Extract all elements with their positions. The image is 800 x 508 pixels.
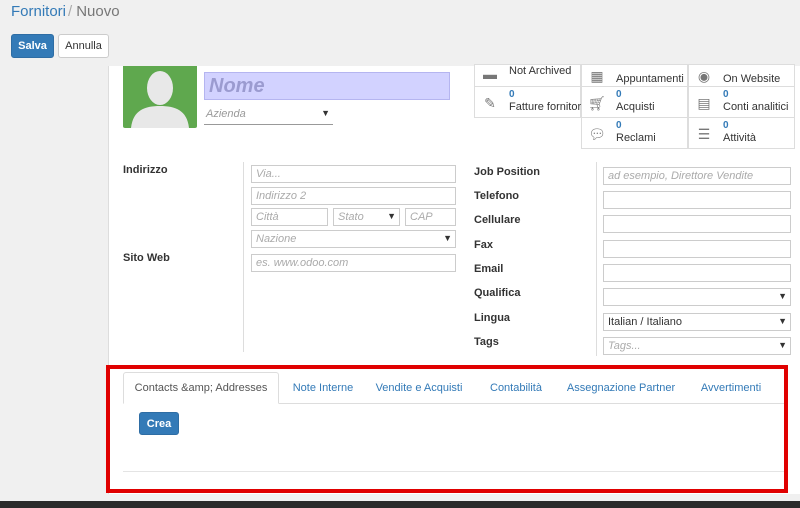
- stat-label: Acquisti: [616, 101, 655, 113]
- stat-button-claims[interactable]: 💬︎ 0 Reclami: [581, 117, 688, 149]
- stat-button-activities[interactable]: ☰ 0 Attività: [688, 117, 795, 149]
- state-placeholder: Stato: [338, 211, 364, 223]
- fax-input[interactable]: [603, 240, 791, 258]
- create-button[interactable]: Crea: [139, 412, 179, 435]
- caret-down-icon: ▼: [778, 340, 787, 350]
- avatar-image[interactable]: [123, 66, 197, 128]
- comments-icon: 💬︎: [588, 125, 606, 142]
- column-divider: [243, 162, 244, 352]
- stat-label: On Website: [723, 73, 781, 85]
- form-sheet: Nome Azienda ▼ ▬ Not Archived ▦ Appuntam…: [108, 64, 800, 494]
- stat-number: 0: [723, 120, 729, 131]
- job-position-label: Job Position: [474, 166, 540, 178]
- tags-label: Tags: [474, 336, 499, 348]
- taskbar: [0, 501, 800, 508]
- company-placeholder: Azienda: [206, 108, 246, 120]
- caret-down-icon: ▼: [778, 316, 787, 326]
- breadcrumb-current: Nuovo: [76, 3, 120, 20]
- tags-placeholder: Tags...: [608, 340, 641, 352]
- stat-label: Conti analitici: [723, 101, 789, 113]
- pencil-square-icon: ✎: [484, 94, 496, 111]
- job-position-input[interactable]: ad esempio, Direttore Vendite: [603, 167, 791, 185]
- stat-number: 0: [723, 89, 729, 100]
- stat-label: Appuntamenti: [616, 73, 684, 85]
- notebook-bottom-divider: [123, 471, 787, 472]
- fax-label: Fax: [474, 239, 493, 251]
- website-label: Sito Web: [123, 252, 170, 264]
- tasks-icon: ☰: [697, 125, 711, 142]
- language-value: Italian / Italiano: [608, 316, 682, 328]
- stat-label: Reclami: [616, 132, 656, 144]
- title-select[interactable]: ▼: [603, 288, 791, 306]
- tab-sales-purchases[interactable]: Vendite e Acquisti: [369, 372, 469, 404]
- address-label: Indirizzo: [123, 164, 168, 176]
- phone-input[interactable]: [603, 191, 791, 209]
- zip-input[interactable]: CAP: [405, 208, 456, 226]
- name-input[interactable]: Nome: [204, 72, 450, 100]
- tab-internal-notes[interactable]: Note Interne: [283, 372, 363, 404]
- caret-down-icon: ▼: [321, 108, 330, 118]
- control-panel: Fornitori / Nuovo Salva Annulla: [0, 0, 800, 66]
- book-icon: ▤: [697, 94, 711, 111]
- tab-partner-assignation[interactable]: Assegnazione Partner: [563, 372, 679, 404]
- discard-button[interactable]: Annulla: [58, 34, 109, 58]
- stat-button-vendor-bills[interactable]: ✎ 0 Fatture fornitori: [474, 86, 584, 118]
- globe-icon: ◉: [697, 67, 711, 84]
- email-label: Email: [474, 263, 504, 275]
- shopping-cart-icon: 🛒︎: [588, 94, 606, 111]
- column-divider: [596, 162, 597, 356]
- country-select[interactable]: Nazione ▼: [251, 230, 456, 248]
- stat-number: 0: [616, 120, 622, 131]
- title-label: Qualifica: [474, 287, 521, 299]
- caret-down-icon: ▼: [387, 211, 396, 221]
- person-silhouette-icon: [131, 71, 189, 128]
- breadcrumb-parent-link[interactable]: Fornitori: [11, 3, 66, 20]
- stat-label: Attività: [723, 132, 757, 144]
- stat-button-analytic-accounts[interactable]: ▤ 0 Conti analitici: [688, 86, 795, 118]
- breadcrumb: Fornitori / Nuovo: [11, 3, 120, 20]
- tags-select[interactable]: Tags... ▼: [603, 337, 791, 355]
- mobile-label: Cellulare: [474, 214, 521, 226]
- mobile-input[interactable]: [603, 215, 791, 233]
- state-select[interactable]: Stato ▼: [333, 208, 400, 226]
- tab-accounting[interactable]: Contabilità: [481, 372, 551, 404]
- stat-button-purchases[interactable]: 🛒︎ 0 Acquisti: [581, 86, 688, 118]
- email-input[interactable]: [603, 264, 791, 282]
- notebook-tabs: Contacts &amp; Addresses Note Interne Ve…: [123, 372, 787, 404]
- stat-label: Not Archived: [509, 65, 572, 77]
- country-placeholder: Nazione: [256, 233, 297, 245]
- caret-down-icon: ▼: [778, 291, 787, 301]
- stat-label: Fatture fornitori: [509, 101, 584, 113]
- archive-icon: ▬: [483, 66, 497, 82]
- phone-label: Telefono: [474, 190, 520, 202]
- breadcrumb-separator: /: [68, 3, 73, 20]
- company-select[interactable]: Azienda ▼: [204, 106, 333, 125]
- language-label: Lingua: [474, 312, 511, 324]
- website-input[interactable]: es. www.odoo.com: [251, 254, 456, 272]
- save-button[interactable]: Salva: [11, 34, 54, 58]
- language-select[interactable]: Italian / Italiano ▼: [603, 313, 791, 331]
- tab-warnings[interactable]: Avvertimenti: [691, 372, 771, 404]
- calendar-icon: ▦: [590, 67, 604, 84]
- stat-number: 0: [509, 89, 515, 100]
- stat-number: 0: [616, 89, 622, 100]
- street2-input[interactable]: Indirizzo 2: [251, 187, 456, 205]
- street-input[interactable]: Via...: [251, 165, 456, 183]
- caret-down-icon: ▼: [443, 233, 452, 243]
- tab-contacts-addresses[interactable]: Contacts &amp; Addresses: [123, 372, 279, 404]
- city-input[interactable]: Città: [251, 208, 328, 226]
